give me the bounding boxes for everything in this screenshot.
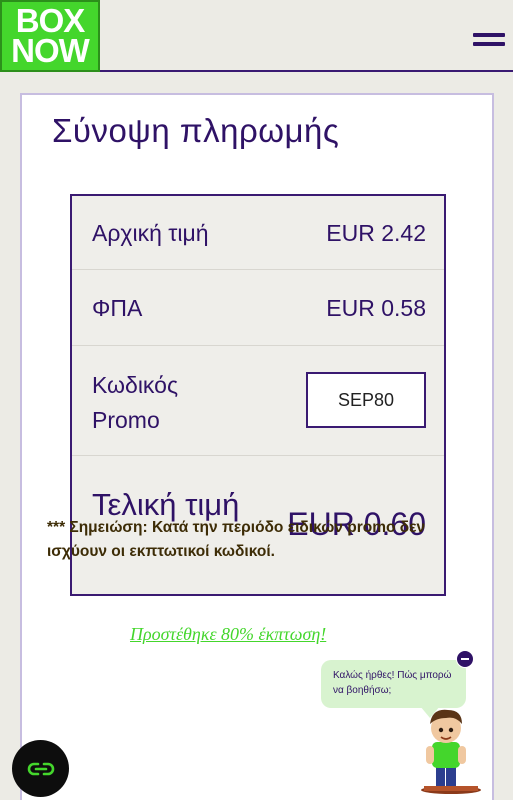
initial-price-label: Αρχική τιμή <box>92 220 209 246</box>
promo-code-label: Κωδικός Promo <box>92 372 179 433</box>
promo-code-field[interactable]: SEP80 <box>306 372 426 428</box>
vat-label: ΦΠΑ <box>92 295 143 321</box>
vat-value: EUR 0.58 <box>326 295 426 321</box>
mascot-character[interactable] <box>416 700 486 795</box>
promo-note: *** Σημειώση: Κατά την περιόδο ειδικών p… <box>47 519 426 560</box>
chat-link-icon <box>27 762 54 775</box>
table-row: Κωδικός Promo SEP80 <box>72 346 444 456</box>
hamburger-menu-icon[interactable] <box>473 30 505 48</box>
chat-button[interactable] <box>12 740 69 797</box>
minus-icon[interactable] <box>456 650 474 668</box>
page-title: Σύνοψη πληρωμής <box>52 112 340 149</box>
initial-price-value: EUR 2.42 <box>326 220 426 246</box>
discount-added-link[interactable]: Προστέθηκε 80% έκπτωση! <box>130 624 326 645</box>
header: BOX NOW <box>0 0 513 72</box>
boxnow-logo[interactable]: BOX NOW <box>0 0 100 72</box>
table-row: Αρχική τιμή EUR 2.42 <box>72 196 444 270</box>
table-row: ΦΠΑ EUR 0.58 <box>72 270 444 346</box>
logo-line-2: NOW <box>11 32 90 69</box>
mascot-icon <box>421 709 481 794</box>
